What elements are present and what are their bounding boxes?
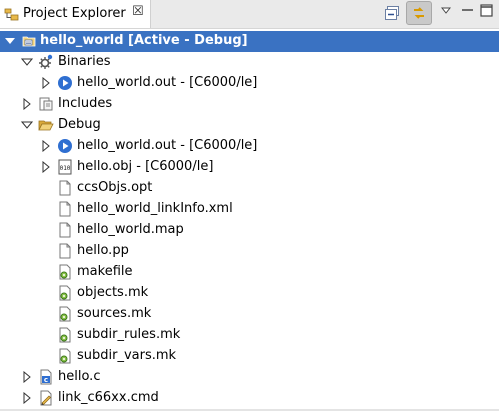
tree-item-map[interactable]: hello_world.map	[0, 220, 499, 241]
tree-item-hello-pp[interactable]: hello.pp	[0, 241, 499, 262]
tree-item-debug-out[interactable]: hello_world.out - [C6000/le]	[0, 136, 499, 157]
tree-item-link-cmd[interactable]: link_c66xx.cmd	[0, 388, 499, 409]
makefile-icon	[57, 264, 73, 280]
close-icon[interactable]: ☒	[132, 4, 144, 19]
tree-item-hello-obj[interactable]: 010 hello.obj - [C6000/le]	[0, 157, 499, 178]
binary-out-label: hello_world.out - [C6000/le]	[77, 75, 258, 90]
file-icon	[57, 180, 73, 196]
view-menu-icon[interactable]	[440, 4, 452, 19]
project-label: hello_world [Active - Debug]	[40, 33, 248, 48]
tree-item-debug[interactable]: Debug	[0, 115, 499, 136]
includes-label: Includes	[58, 96, 113, 111]
debug-out-label: hello_world.out - [C6000/le]	[77, 138, 258, 153]
executable-icon	[57, 138, 73, 154]
header-divider	[0, 28, 499, 29]
binaries-label: Binaries	[58, 54, 111, 69]
tree-item-hello-c[interactable]: c hello.c	[0, 367, 499, 388]
executable-icon	[57, 75, 73, 91]
minimize-icon[interactable]	[461, 4, 475, 19]
includes-icon	[38, 96, 54, 112]
project-explorer-icon	[4, 6, 20, 26]
expanded-arrow-icon[interactable]	[20, 119, 34, 131]
file-icon	[57, 222, 73, 238]
binaries-icon	[38, 54, 54, 70]
ccsobjs-opt-label: ccsObjs.opt	[77, 180, 153, 195]
file-icon	[57, 201, 73, 217]
makefile-icon	[57, 285, 73, 301]
svg-text:010: 010	[60, 165, 71, 172]
linkinfo-xml-label: hello_world_linkInfo.xml	[77, 201, 233, 216]
tree-item-linkinfo-xml[interactable]: hello_world_linkInfo.xml	[0, 199, 499, 220]
collapse-all-icon[interactable]	[385, 6, 399, 24]
expanded-arrow-icon[interactable]	[20, 56, 34, 68]
makefile-icon	[57, 348, 73, 364]
collapsed-arrow-icon[interactable]	[21, 391, 33, 405]
expanded-arrow-icon[interactable]	[4, 35, 16, 47]
debug-label: Debug	[58, 117, 101, 132]
makefile-icon	[57, 327, 73, 343]
subdir-vars-mk-label: subdir_vars.mk	[77, 348, 177, 363]
project-explorer-view: Project Explorer ☒ hello_world [Active -…	[0, 0, 499, 411]
tree-item-subdir-rules-mk[interactable]: subdir_rules.mk	[0, 325, 499, 346]
makefile-icon	[57, 306, 73, 322]
object-file-icon: 010	[57, 159, 73, 175]
project-icon	[21, 33, 37, 49]
tree-item-subdir-vars-mk[interactable]: subdir_vars.mk	[0, 346, 499, 367]
hello-c-label: hello.c	[58, 369, 101, 384]
file-icon	[57, 243, 73, 259]
link-cmd-label: link_c66xx.cmd	[58, 390, 159, 405]
tree-item-sources-mk[interactable]: sources.mk	[0, 304, 499, 325]
link-with-editor-icon[interactable]	[406, 1, 432, 25]
c-source-file-icon: c	[38, 369, 54, 385]
hello-pp-label: hello.pp	[77, 243, 129, 258]
collapsed-arrow-icon[interactable]	[21, 97, 33, 111]
view-title: Project Explorer	[23, 6, 126, 21]
maximize-icon[interactable]	[480, 4, 494, 22]
sources-mk-label: sources.mk	[77, 306, 152, 321]
tree-item-binary-out[interactable]: hello_world.out - [C6000/le]	[0, 73, 499, 94]
tree-item-makefile[interactable]: makefile	[0, 262, 499, 283]
subdir-rules-mk-label: subdir_rules.mk	[77, 327, 181, 342]
open-folder-icon	[38, 117, 54, 133]
collapsed-arrow-icon[interactable]	[40, 76, 52, 90]
tree-item-ccsobjs-opt[interactable]: ccsObjs.opt	[0, 178, 499, 199]
map-label: hello_world.map	[77, 222, 184, 237]
view-header: Project Explorer ☒	[0, 0, 499, 28]
tree-item-includes[interactable]: Includes	[0, 94, 499, 115]
objects-mk-label: objects.mk	[77, 285, 149, 300]
svg-text:c: c	[44, 376, 48, 384]
tree-item-objects-mk[interactable]: objects.mk	[0, 283, 499, 304]
makefile-label: makefile	[77, 264, 133, 279]
collapsed-arrow-icon[interactable]	[21, 370, 33, 384]
hello-obj-label: hello.obj - [C6000/le]	[77, 159, 214, 174]
tree-item-binaries[interactable]: Binaries	[0, 52, 499, 73]
collapsed-arrow-icon[interactable]	[40, 160, 52, 174]
tree-item-project[interactable]: hello_world [Active - Debug]	[0, 31, 499, 52]
view-tab-project-explorer[interactable]: Project Explorer ☒	[0, 0, 151, 28]
collapsed-arrow-icon[interactable]	[40, 139, 52, 153]
linker-command-file-icon	[38, 390, 54, 406]
